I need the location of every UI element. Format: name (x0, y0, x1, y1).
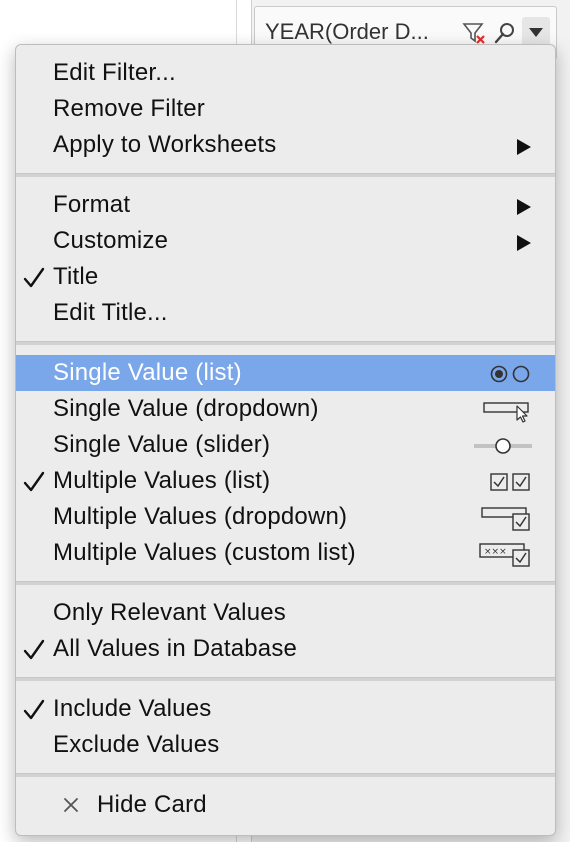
menu-separator (16, 173, 555, 177)
menu-item-label: Edit Title... (53, 299, 168, 326)
dropdown-select-icon (483, 402, 529, 423)
menu-item-title[interactable]: Title (16, 259, 555, 295)
custom-list-icon: ××× (479, 543, 530, 567)
menu-item-label: Format (53, 191, 131, 218)
menu-item-format[interactable]: Format (16, 187, 555, 223)
menu-item-label: Single Value (dropdown) (53, 395, 319, 422)
dropdown-arrow-icon[interactable] (522, 17, 550, 47)
menu-item-edit-title[interactable]: Edit Title... (16, 295, 555, 331)
menu-item-single-value-list[interactable]: Single Value (list) (16, 355, 555, 391)
menu-item-label: Customize (53, 227, 169, 254)
submenu-arrow-icon (517, 139, 531, 155)
menu-item-label: Multiple Values (dropdown) (53, 503, 348, 530)
checkbox-list-icon (490, 473, 530, 491)
checkmark-icon (23, 699, 45, 720)
menu-item-label: Multiple Values (list) (53, 467, 271, 494)
filter-card-title: YEAR(Order D... (265, 19, 429, 44)
menu-item-all-values-in-database[interactable]: All Values in Database (16, 631, 555, 667)
checkmark-icon (23, 471, 45, 492)
menu-item-label: Multiple Values (custom list) (53, 539, 356, 566)
submenu-arrow-icon (517, 199, 531, 215)
menu-item-multiple-values-list[interactable]: Multiple Values (list) (16, 463, 555, 499)
menu-item-label: Title (53, 263, 99, 290)
filter-context-menu: Edit Filter... Remove Filter Apply to Wo… (15, 44, 556, 836)
menu-item-only-relevant-values[interactable]: Only Relevant Values (16, 595, 555, 631)
menu-item-label: Apply to Worksheets (53, 131, 277, 158)
search-icon[interactable] (493, 21, 517, 45)
checkmark-icon (23, 639, 45, 660)
menu-item-label: All Values in Database (53, 635, 298, 662)
menu-item-multiple-values-dropdown[interactable]: Multiple Values (dropdown) (16, 499, 555, 535)
menu-item-label: Only Relevant Values (53, 599, 287, 626)
menu-separator (16, 341, 555, 345)
menu-item-single-value-dropdown[interactable]: Single Value (dropdown) (16, 391, 555, 427)
menu-item-exclude-values[interactable]: Exclude Values (16, 727, 555, 763)
checkbox-dropdown-icon (481, 507, 530, 531)
remove-filter-icon[interactable] (462, 21, 486, 45)
menu-item-label: Include Values (53, 695, 212, 722)
menu-item-label: Edit Filter... (53, 59, 176, 86)
menu-item-remove-filter[interactable]: Remove Filter (16, 91, 555, 127)
menu-item-apply-to-worksheets[interactable]: Apply to Worksheets (16, 127, 555, 163)
menu-separator (16, 677, 555, 681)
menu-separator (16, 581, 555, 585)
menu-item-hide-card[interactable]: Hide Card (16, 787, 555, 823)
submenu-arrow-icon (517, 235, 531, 251)
menu-item-single-value-slider[interactable]: Single Value (slider) (16, 427, 555, 463)
menu-item-label: Single Value (list) (53, 359, 242, 386)
menu-item-include-values[interactable]: Include Values (16, 691, 555, 727)
menu-item-label: Exclude Values (53, 731, 220, 758)
menu-item-customize[interactable]: Customize (16, 223, 555, 259)
menu-item-multiple-values-custom-list[interactable]: Multiple Values (custom list) ××× (16, 535, 555, 571)
svg-text:×××: ××× (484, 547, 507, 557)
checkmark-icon (23, 267, 45, 288)
radio-list-icon (490, 365, 530, 383)
menu-item-edit-filter[interactable]: Edit Filter... (16, 55, 555, 91)
menu-item-label: Hide Card (97, 791, 207, 818)
menu-item-label: Single Value (slider) (53, 431, 271, 458)
close-icon (64, 798, 78, 812)
menu-item-label: Remove Filter (53, 95, 205, 122)
slider-icon (474, 438, 532, 454)
menu-separator (16, 773, 555, 777)
